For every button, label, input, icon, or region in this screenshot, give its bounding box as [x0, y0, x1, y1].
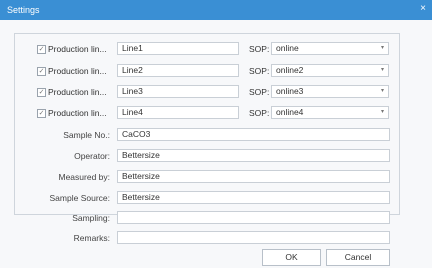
- sop-3-select[interactable]: online3 ▾: [271, 85, 389, 98]
- sample-no-input[interactable]: CaCO3: [117, 128, 390, 141]
- chevron-down-icon: ▾: [380, 45, 384, 51]
- window-title: Settings: [7, 5, 40, 15]
- production-line-1-checkbox[interactable]: ✓: [37, 45, 46, 54]
- sampling-label: Sampling:: [72, 213, 110, 223]
- sop-2-label: SOP:: [249, 66, 270, 76]
- production-line-2-label: Production lin...: [48, 66, 107, 76]
- chevron-down-icon: ▾: [380, 88, 384, 94]
- chevron-down-icon: ▾: [380, 109, 384, 115]
- sample-source-input[interactable]: Bettersize: [117, 191, 390, 204]
- close-icon[interactable]: ×: [420, 4, 426, 14]
- sop-1-select[interactable]: online ▾: [271, 42, 389, 55]
- production-line-4-input[interactable]: Line4: [117, 106, 239, 119]
- ok-button[interactable]: OK: [262, 249, 321, 266]
- remarks-label: Remarks:: [73, 233, 110, 243]
- sampling-input[interactable]: [117, 211, 390, 224]
- measured-by-input[interactable]: Bettersize: [117, 170, 390, 183]
- operator-label: Operator:: [74, 151, 110, 161]
- title-bar: Settings ×: [0, 0, 432, 20]
- production-line-4-checkbox[interactable]: ✓: [37, 109, 46, 118]
- sop-1-value: online: [276, 43, 299, 53]
- production-line-3-checkbox[interactable]: ✓: [37, 88, 46, 97]
- production-line-3-input[interactable]: Line3: [117, 85, 239, 98]
- production-line-4-label: Production lin...: [48, 108, 107, 118]
- settings-panel: [14, 33, 400, 215]
- production-line-1-input[interactable]: Line1: [117, 42, 239, 55]
- production-line-2-input[interactable]: Line2: [117, 64, 239, 77]
- sample-source-label: Sample Source:: [49, 193, 110, 203]
- sop-4-value: online4: [276, 107, 304, 117]
- sop-1-label: SOP:: [249, 44, 270, 54]
- sop-2-select[interactable]: online2 ▾: [271, 64, 389, 77]
- production-line-2-checkbox[interactable]: ✓: [37, 67, 46, 76]
- measured-by-label: Measured by:: [58, 172, 111, 182]
- sop-3-value: online3: [276, 86, 304, 96]
- production-line-1-label: Production lin...: [48, 44, 107, 54]
- operator-input[interactable]: Bettersize: [117, 149, 390, 162]
- sop-2-value: online2: [276, 65, 304, 75]
- cancel-button[interactable]: Cancel: [326, 249, 390, 266]
- sop-4-select[interactable]: online4 ▾: [271, 106, 389, 119]
- sample-no-label: Sample No.:: [63, 130, 110, 140]
- sop-3-label: SOP:: [249, 87, 270, 97]
- settings-dialog: Settings × ✓ Production lin... Line1 SOP…: [0, 0, 432, 268]
- sop-4-label: SOP:: [249, 108, 270, 118]
- production-line-3-label: Production lin...: [48, 87, 107, 97]
- chevron-down-icon: ▾: [380, 67, 384, 73]
- remarks-input[interactable]: [117, 231, 390, 244]
